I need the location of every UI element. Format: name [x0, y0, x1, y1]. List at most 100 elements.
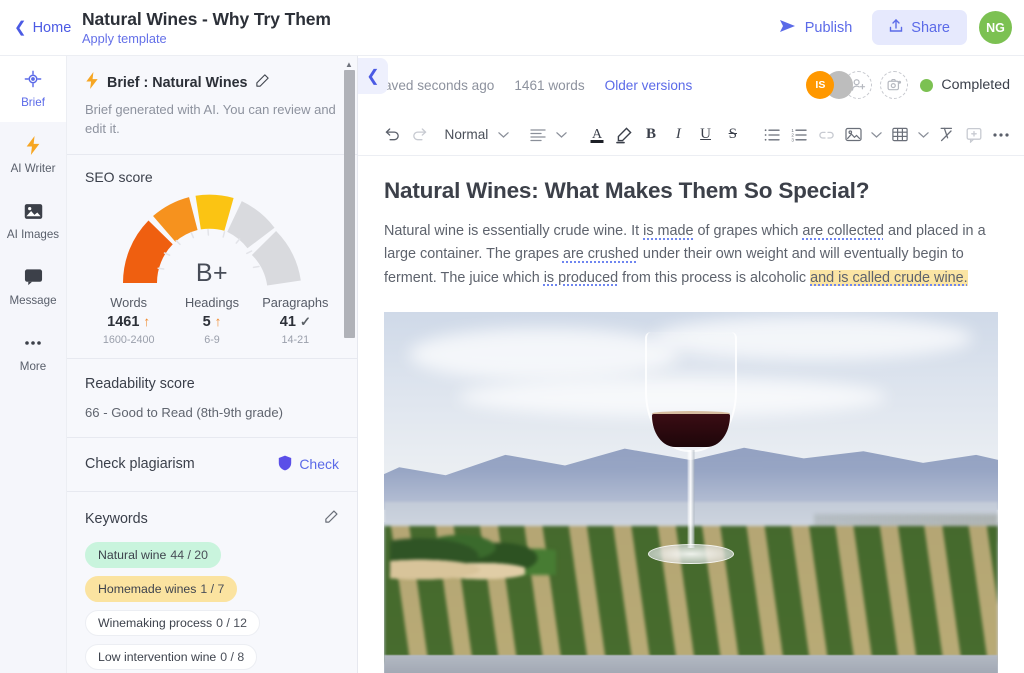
redo-icon[interactable]: [407, 122, 432, 148]
bold-button[interactable]: B: [638, 122, 663, 148]
add-image-icon[interactable]: [880, 71, 908, 99]
readability-value: 66 - Good to Read (8th-9th grade): [85, 405, 339, 420]
italic-label: I: [676, 126, 681, 143]
seo-stat-words: Words 1461 ↑ 1600-2400: [87, 295, 170, 346]
undo-icon[interactable]: [380, 122, 405, 148]
collapse-panel-button[interactable]: ❮: [358, 58, 388, 94]
home-back-link[interactable]: ❮ Home: [0, 20, 82, 36]
stat-value-row: 5 ↑: [170, 314, 253, 330]
list-item[interactable]: Low intervention wine0 / 8: [85, 644, 257, 670]
brief-panel: Brief : Natural Wines Brief generated wi…: [67, 56, 358, 673]
grammar-suggestion[interactable]: are collected: [802, 223, 884, 239]
italic-button[interactable]: I: [666, 122, 691, 148]
older-versions-link[interactable]: Older versions: [605, 78, 693, 93]
message-icon: [23, 267, 43, 287]
app-root: ❮ Home Natural Wines - Why Try Them Appl…: [0, 0, 1024, 673]
avatar[interactable]: NG: [979, 11, 1012, 44]
sidebar-item-ai-writer[interactable]: AI Writer: [0, 122, 66, 188]
readability-card: Readability score 66 - Good to Read (8th…: [67, 359, 357, 437]
seo-grade: B+: [119, 259, 305, 288]
document-image[interactable]: [384, 312, 998, 673]
plagiarism-title: Check plagiarism: [85, 456, 195, 472]
chevron-down-icon[interactable]: [494, 122, 511, 148]
glass-bowl: [645, 332, 737, 452]
share-label: Share: [911, 20, 950, 36]
sidebar-item-ai-images[interactable]: AI Images: [0, 188, 66, 254]
lightning-icon: [85, 72, 99, 93]
more-icon[interactable]: [989, 122, 1014, 148]
stat-value: 5: [203, 314, 211, 330]
svg-text:A: A: [592, 127, 603, 142]
edit-pencil-icon[interactable]: [324, 509, 339, 529]
strikethrough-button[interactable]: S: [720, 122, 745, 148]
collaborator-avatars: IS: [806, 71, 908, 99]
top-header-actions: Publish Share NG: [771, 10, 1024, 45]
clear-format-icon[interactable]: [934, 122, 959, 148]
target-icon: [23, 69, 43, 89]
keyword-count: 0 / 8: [220, 650, 244, 664]
brief-title: Brief : Natural Wines: [107, 75, 247, 91]
sidebar-item-label: More: [20, 360, 46, 373]
status-label: Completed: [941, 77, 1010, 93]
seo-gauge: B+: [119, 189, 305, 289]
status-badge[interactable]: Completed: [920, 77, 1010, 93]
text-run: Natural wine is essentially crude wine. …: [384, 223, 643, 239]
seo-stat-paragraphs: Paragraphs 41 ✓ 14-21: [254, 295, 337, 346]
strikethrough-label: S: [729, 126, 737, 143]
stat-value-row: 1461 ↑: [87, 314, 170, 330]
grammar-suggestion[interactable]: is made: [643, 223, 693, 239]
chevron-left-icon: ❮: [14, 20, 27, 35]
stat-range: 1600-2400: [87, 334, 170, 346]
main-body: Brief AI Writer AI Images Message: [0, 56, 1024, 673]
sidebar-item-message[interactable]: Message: [0, 254, 66, 320]
document-status-bar: aved seconds ago 1461 words Older versio…: [358, 56, 1024, 114]
align-icon[interactable]: [526, 122, 551, 148]
stat-range: 6-9: [170, 334, 253, 346]
document-paragraph[interactable]: Natural wine is essentially crude wine. …: [384, 220, 998, 290]
text-color-icon[interactable]: A: [584, 122, 609, 148]
highlighter-icon[interactable]: [611, 122, 636, 148]
keywords-header: Keywords: [85, 509, 339, 529]
chevron-down-icon[interactable]: [868, 122, 885, 148]
bold-label: B: [646, 126, 656, 143]
sidebar-item-more[interactable]: More: [0, 320, 66, 386]
text-run: of grapes which: [694, 223, 803, 239]
comment-icon[interactable]: [962, 122, 987, 148]
list-item[interactable]: Natural wine44 / 20: [85, 542, 221, 568]
check-plagiarism-button[interactable]: Check: [278, 455, 339, 474]
seo-score-title: SEO score: [85, 169, 339, 185]
scrollbar-thumb[interactable]: [344, 70, 355, 338]
keyword-count: 0 / 12: [216, 616, 247, 630]
bullet-list-icon[interactable]: [759, 122, 784, 148]
stat-label: Words: [87, 295, 170, 310]
table-icon[interactable]: [888, 122, 913, 148]
apply-template-link[interactable]: Apply template: [82, 31, 331, 46]
top-header: ❮ Home Natural Wines - Why Try Them Appl…: [0, 0, 1024, 56]
list-item[interactable]: Homemade wines1 / 7: [85, 576, 237, 602]
sidebar-item-brief[interactable]: Brief: [0, 56, 66, 122]
numbered-list-icon[interactable]: 1 2 3: [786, 122, 811, 148]
highlighted-suggestion[interactable]: and is called crude wine.: [810, 270, 968, 286]
image-icon[interactable]: [841, 122, 866, 148]
chevron-down-icon[interactable]: [553, 122, 570, 148]
upload-icon: [889, 18, 903, 37]
seo-stats: Words 1461 ↑ 1600-2400 Headings 5 ↑: [85, 289, 339, 348]
word-count: 1461 words: [514, 78, 584, 93]
document-content: Natural Wines: What Makes Them So Specia…: [358, 156, 1024, 673]
publish-button[interactable]: Publish: [771, 13, 861, 43]
paragraph-style-select[interactable]: Normal: [435, 127, 493, 142]
share-button[interactable]: Share: [872, 10, 967, 45]
edit-pencil-icon[interactable]: [255, 73, 270, 92]
grammar-suggestion[interactable]: are crushed: [563, 246, 639, 262]
brief-panel-scrollbar[interactable]: ▲: [341, 56, 357, 673]
link-icon[interactable]: [814, 122, 839, 148]
list-item[interactable]: Winemaking process0 / 12: [85, 610, 260, 636]
check-icon: ✓: [300, 314, 311, 330]
canopy-tents: [390, 558, 525, 586]
underline-button[interactable]: U: [693, 122, 718, 148]
grammar-suggestion[interactable]: is produced: [544, 270, 618, 286]
chevron-left-icon: ❮: [366, 66, 379, 86]
document-scroll-area[interactable]: Natural Wines: What Makes Them So Specia…: [358, 156, 1024, 673]
document-title-block: Natural Wines - Why Try Them Apply templ…: [82, 9, 331, 46]
chevron-down-icon[interactable]: [915, 122, 932, 148]
